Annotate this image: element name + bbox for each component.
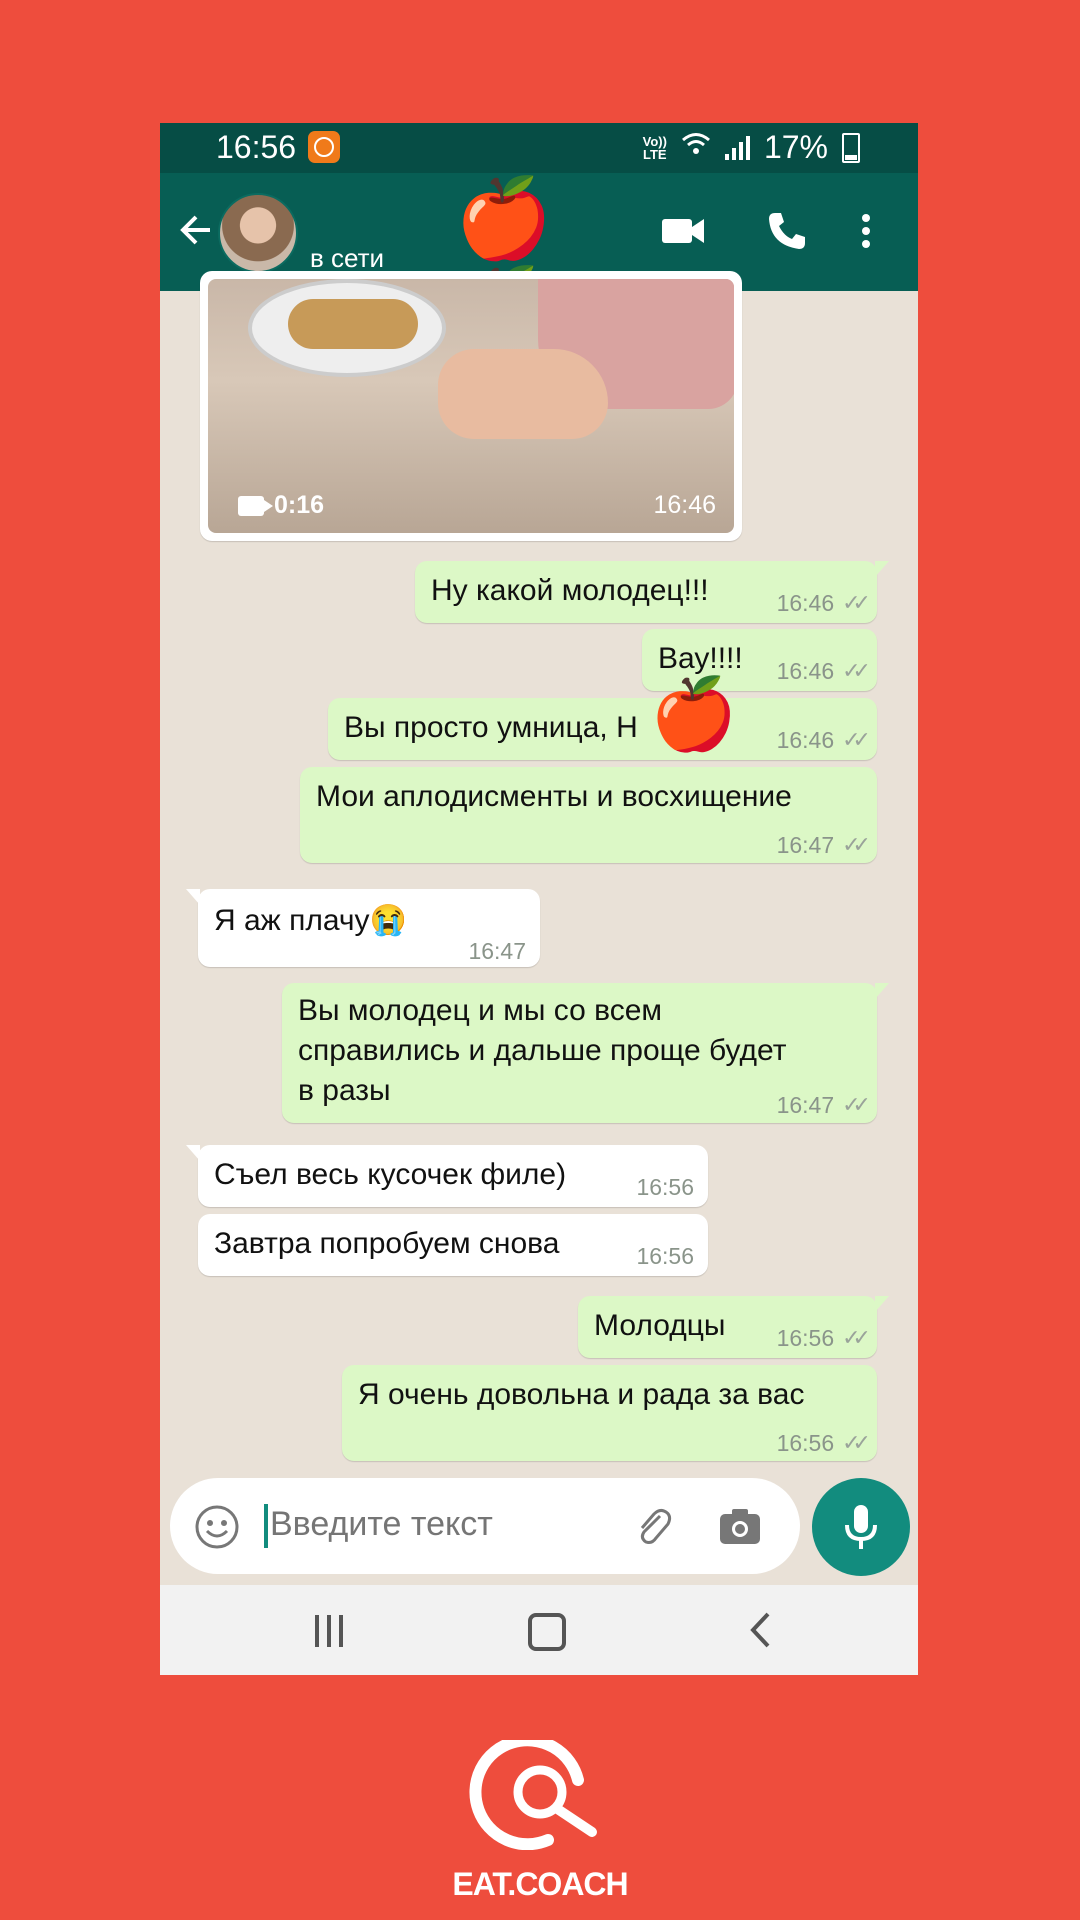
read-ticks-icon: ✓✓ — [842, 590, 871, 615]
message-bubble-outgoing[interactable]: Я очень довольна и рада за вас 16:56 ✓✓ — [342, 1365, 877, 1461]
message-bubble-outgoing[interactable]: Мои аплодисменты и восхищение 16:47 ✓✓ — [300, 767, 877, 863]
message-meta: 16:56 — [636, 1236, 694, 1276]
message-text: Завтра попробуем снова — [214, 1227, 560, 1260]
video-duration: 0:16 — [238, 491, 324, 520]
phone-call-icon[interactable] — [765, 209, 809, 253]
read-ticks-icon: ✓✓ — [842, 727, 871, 752]
camera-icon[interactable] — [718, 1506, 762, 1546]
message-bubble-outgoing[interactable]: Вы просто умница, Н! 🍎 16:46 ✓✓ — [328, 675, 877, 760]
message-meta: 16:46 ✓✓ — [776, 651, 871, 691]
back-arrow-icon[interactable] — [170, 203, 224, 257]
attach-icon[interactable] — [630, 1504, 676, 1550]
message-time: 16:46 — [776, 590, 835, 616]
chat-area: 0:16 16:46 Ну какой молодец!!! 16:46 ✓✓ В… — [160, 271, 918, 1581]
message-text: Молодцы — [594, 1309, 726, 1342]
message-time: 16:47 — [776, 832, 835, 858]
message-input[interactable] — [268, 1504, 592, 1545]
microphone-icon — [845, 1505, 877, 1549]
message-time: 16:56 — [776, 1430, 835, 1456]
battery-icon — [842, 132, 860, 163]
read-ticks-icon: ✓✓ — [842, 832, 871, 857]
message-text: Я очень довольна и рада за вас — [358, 1378, 805, 1411]
video-message[interactable]: 0:16 16:46 — [200, 271, 742, 541]
video-thumbnail[interactable]: 0:16 16:46 — [208, 279, 734, 533]
online-status: в сети — [310, 243, 385, 273]
status-time: 16:56 — [216, 129, 297, 165]
status-bar: 16:56 Vo)) LTE 17% — [160, 123, 918, 173]
food-image — [288, 299, 418, 349]
message-time: 16:47 — [468, 938, 526, 964]
message-time: 16:46 — [776, 727, 835, 753]
message-time: 16:46 — [776, 658, 835, 684]
message-text: Вы молодец и мы со всем справились и дал… — [298, 991, 786, 1111]
screen-recorder-icon — [308, 131, 340, 163]
message-time: 16:47 — [776, 1092, 835, 1118]
message-text: Мои аплодисменты и восхищение — [316, 780, 792, 813]
home-icon[interactable] — [528, 1613, 566, 1651]
message-line: в разы — [298, 1074, 391, 1107]
message-meta: 16:47 ✓✓ — [776, 825, 871, 865]
message-meta: 16:56 ✓✓ — [776, 1423, 871, 1463]
message-bubble-outgoing[interactable]: Ну какой молодец!!! 16:46 ✓✓ — [415, 561, 889, 623]
message-meta: 16:46 ✓✓ — [776, 720, 871, 760]
read-ticks-icon: ✓✓ — [842, 1092, 871, 1117]
nav-back-icon[interactable] — [748, 1611, 772, 1649]
message-input-bar — [170, 1478, 800, 1574]
signal-icon — [724, 135, 750, 160]
video-camera-icon — [238, 495, 273, 516]
eat-coach-logo — [469, 1740, 597, 1850]
apple-icon: 🍎 — [650, 675, 738, 753]
android-navigation-bar — [160, 1585, 918, 1675]
hand-image — [438, 349, 608, 439]
message-bubble-incoming[interactable]: Завтра попробуем снова 16:56 — [198, 1214, 708, 1276]
volte-label: Vo)) — [642, 133, 667, 149]
message-text: Я аж плачу😭 — [214, 904, 407, 937]
message-time: 16:56 — [636, 1243, 694, 1269]
contact-name[interactable]: 🍎🍎🍎🍎 — [310, 174, 610, 532]
volte-indicator: Vo)) LTE — [643, 135, 667, 161]
message-text-start: Вы просто умница, Н — [344, 711, 638, 744]
avatar[interactable] — [218, 193, 298, 273]
recent-apps-icon[interactable] — [315, 1615, 343, 1647]
read-ticks-icon: ✓✓ — [842, 658, 871, 683]
message-meta: 16:47 ✓✓ — [776, 1085, 871, 1125]
video-call-icon[interactable] — [660, 215, 706, 247]
message-time: 16:56 — [636, 1174, 694, 1200]
message-text: Вау!!!! — [658, 642, 743, 675]
message-meta: 16:56 ✓✓ — [776, 1318, 871, 1358]
wifi-icon — [681, 131, 711, 164]
voice-message-button[interactable] — [812, 1478, 910, 1576]
read-ticks-icon: ✓✓ — [842, 1325, 871, 1350]
battery-percent: 17% — [763, 129, 828, 165]
video-duration-text: 0:16 — [274, 491, 325, 519]
read-ticks-icon: ✓✓ — [842, 1430, 871, 1455]
video-timestamp: 16:46 — [653, 491, 716, 519]
emoji-icon[interactable] — [194, 1504, 240, 1550]
message-text: Ну какой молодец!!! — [431, 574, 709, 607]
message-line: Вы молодец и мы со всем — [298, 994, 663, 1027]
more-options-icon[interactable] — [860, 213, 872, 249]
message-bubble-incoming[interactable]: Я аж плачу😭 16:47 — [186, 889, 540, 967]
phone-screenshot: 16:56 Vo)) LTE 17% 🍎🍎🍎🍎 в сети — [160, 123, 918, 1675]
message-bubble-incoming[interactable]: Съел весь кусочек филе) 16:56 — [186, 1145, 708, 1207]
lte-label: LTE — [643, 146, 667, 162]
message-line: справились и дальше проще будет — [298, 1034, 787, 1067]
message-meta: 16:46 ✓✓ — [776, 583, 871, 623]
message-bubble-outgoing[interactable]: Молодцы 16:56 ✓✓ — [578, 1296, 889, 1358]
message-meta: 16:47 — [468, 931, 526, 971]
message-time: 16:56 — [776, 1325, 835, 1351]
logo-text: EAT.COACH — [452, 1866, 628, 1902]
status-indicators: Vo)) LTE 17% — [643, 129, 860, 166]
message-meta: 16:56 — [636, 1167, 694, 1207]
message-bubble-outgoing[interactable]: Вы молодец и мы со всем справились и дал… — [282, 983, 889, 1125]
message-text: Съел весь кусочек филе) — [214, 1158, 567, 1191]
